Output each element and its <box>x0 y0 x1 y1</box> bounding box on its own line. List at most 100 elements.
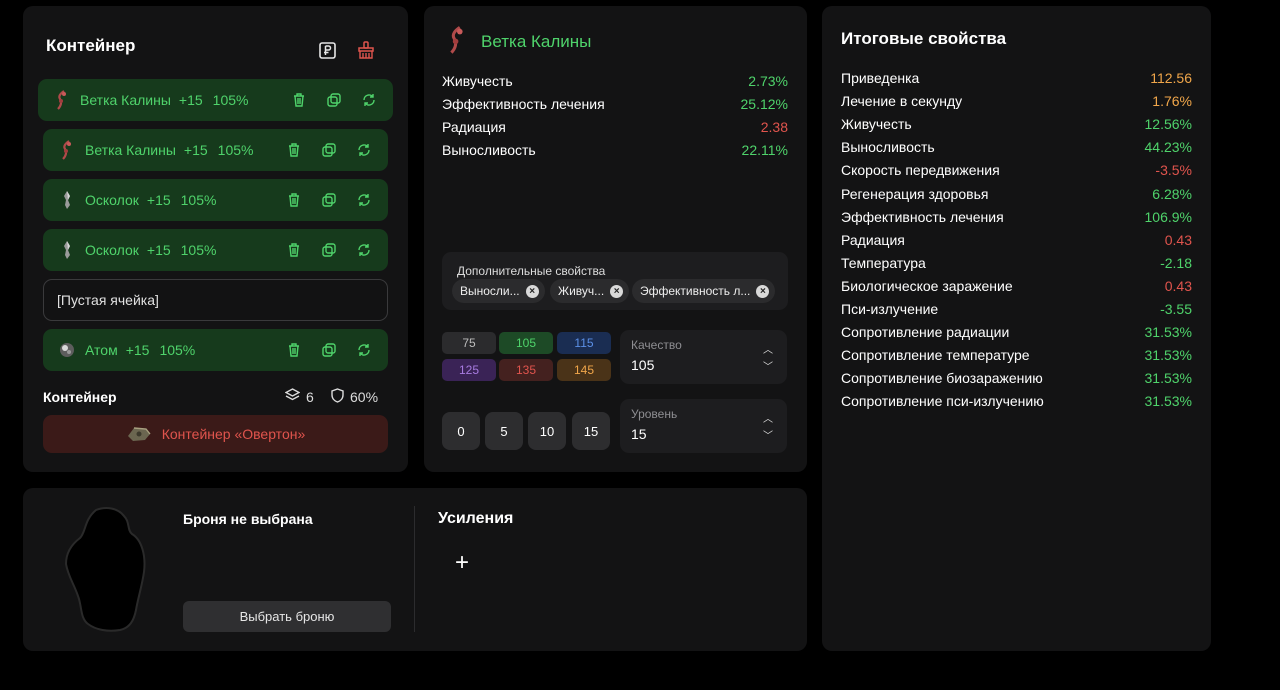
container-panel: Контейнер Ветка Калины +15 105% Ветка Ка… <box>23 6 408 472</box>
totals-row: Биологическое заражение 0.43 <box>841 278 1192 294</box>
container-item-row[interactable]: Осколок +15 105% <box>43 179 388 221</box>
replace-icon[interactable] <box>356 142 372 158</box>
delete-icon[interactable] <box>286 242 302 258</box>
quality-option-105[interactable]: 105 <box>499 332 553 354</box>
atom-icon <box>57 339 77 361</box>
property-chip[interactable]: Живуч... × <box>550 279 630 303</box>
replace-icon[interactable] <box>356 192 372 208</box>
property-chip[interactable]: Эффективность л... × <box>632 279 776 303</box>
delete-icon[interactable] <box>286 192 302 208</box>
boosts-title: Усиления <box>438 510 514 527</box>
totals-row-value: 31.53% <box>1144 347 1192 364</box>
empty-slot[interactable]: [Пустая ячейка] <box>43 279 388 321</box>
quality-option-145[interactable]: 145 <box>557 359 611 381</box>
delete-icon[interactable] <box>286 142 302 158</box>
copy-icon[interactable] <box>321 192 337 208</box>
item-level: +15 <box>146 192 171 208</box>
chip-label: Эффективность л... <box>640 284 751 298</box>
totals-row: Лечение в секунду 1.76% <box>841 93 1192 109</box>
quality-option-115[interactable]: 115 <box>557 332 611 354</box>
chip-label: Выносли... <box>460 284 520 298</box>
totals-row-name: Радиация <box>841 231 905 248</box>
totals-row: Скорость передвижения -3.5% <box>841 162 1192 178</box>
chevron-down-icon[interactable]: ﹀ <box>763 358 773 373</box>
totals-row-name: Скорость передвижения <box>841 162 1000 179</box>
replace-icon[interactable] <box>361 92 377 108</box>
item-name: Ветка Калины <box>80 92 171 108</box>
prop-row: Выносливость 22.11% <box>442 142 788 158</box>
totals-row: Сопротивление температуре 31.53% <box>841 347 1192 363</box>
chevron-up-icon[interactable]: ︿ <box>763 341 773 356</box>
totals-row: Радиация 0.43 <box>841 232 1192 248</box>
extra-properties-title: Дополнительные свойства <box>457 264 606 278</box>
delete-icon[interactable] <box>286 342 302 358</box>
item-quality: 105% <box>180 192 217 208</box>
totals-row-value: -3.5% <box>1155 162 1192 179</box>
totals-title: Итоговые свойства <box>841 29 1007 48</box>
prop-name: Выносливость <box>442 142 536 158</box>
totals-panel: Итоговые свойства Приведенка 112.56 Лечени… <box>822 6 1211 651</box>
prop-row: Живучесть 2.73% <box>442 73 788 89</box>
totals-row-name: Сопротивление пси-излучению <box>841 393 1044 410</box>
quality-option-75[interactable]: 75 <box>442 332 496 354</box>
detail-title: Ветка Калины <box>481 32 592 51</box>
totals-row-name: Эффективность лечения <box>841 208 1004 225</box>
totals-row-value: 106.9% <box>1144 208 1192 225</box>
item-level: +15 <box>146 242 171 258</box>
prop-row: Эффективность лечения 25.12% <box>442 96 788 112</box>
replace-icon[interactable] <box>356 242 372 258</box>
add-boost-button[interactable]: + <box>451 549 473 576</box>
divider <box>414 506 415 632</box>
item-quality: 105% <box>212 92 249 108</box>
replace-icon[interactable] <box>356 342 372 358</box>
totals-row-value: -2.18 <box>1160 254 1192 271</box>
container-select-button[interactable]: Контейнер «Овертон» <box>43 415 388 453</box>
container-item-row[interactable]: Ветка Калины +15 105% <box>38 79 393 121</box>
property-chip[interactable]: Выносли... × <box>452 279 545 303</box>
delete-icon[interactable] <box>291 92 307 108</box>
quality-select[interactable]: Качество 105 ︿ ﹀ <box>620 330 787 384</box>
level-option-0[interactable]: 0 <box>442 412 480 450</box>
totals-row: Сопротивление радиации 31.53% <box>841 324 1192 340</box>
protection-stat: 60% <box>331 388 378 406</box>
chevron-down-icon[interactable]: ﹀ <box>763 427 773 442</box>
copy-icon[interactable] <box>321 342 337 358</box>
copy-icon[interactable] <box>326 92 342 108</box>
totals-row: Температура -2.18 <box>841 255 1192 271</box>
capacity-stat: 6 <box>284 388 314 406</box>
level-option-15[interactable]: 15 <box>572 412 610 450</box>
select-armor-button[interactable]: Выбрать броню <box>183 601 391 632</box>
currency-icon[interactable] <box>317 40 337 60</box>
container-item-row[interactable]: Ветка Калины +15 105% <box>43 129 388 171</box>
close-icon[interactable]: × <box>610 284 624 298</box>
prop-value: 22.11% <box>741 142 788 158</box>
copy-icon[interactable] <box>321 142 337 158</box>
prop-value: 2.73% <box>748 73 788 89</box>
quality-option-125[interactable]: 125 <box>442 359 496 381</box>
totals-row: Сопротивление биозаражению 31.53% <box>841 370 1192 386</box>
shield-icon <box>331 388 344 406</box>
container-item-row[interactable]: Осколок +15 105% <box>43 229 388 271</box>
close-icon[interactable]: × <box>756 284 770 298</box>
level-select[interactable]: Уровень 15 ︿ ﹀ <box>620 399 787 453</box>
level-option-10[interactable]: 10 <box>528 412 566 450</box>
totals-row-value: 0.43 <box>1164 231 1192 248</box>
level-option-5[interactable]: 5 <box>485 412 523 450</box>
armor-panel: Броня не выбрана Выбрать броню Усиления … <box>23 488 807 651</box>
totals-row-value: -3.55 <box>1160 301 1192 317</box>
prop-name: Живучесть <box>442 73 513 89</box>
copy-icon[interactable] <box>321 242 337 258</box>
totals-row-value: 31.53% <box>1144 324 1192 341</box>
chevron-up-icon[interactable]: ︿ <box>763 410 773 425</box>
clear-brush-icon[interactable] <box>356 40 376 60</box>
totals-row-value: 0.43 <box>1164 277 1192 294</box>
container-item-row[interactable]: Атом +15 105% <box>43 329 388 371</box>
totals-row: Приведенка 112.56 <box>841 70 1192 86</box>
totals-row-value: 31.53% <box>1144 370 1192 387</box>
close-icon[interactable]: × <box>525 284 539 298</box>
quality-option-135[interactable]: 135 <box>499 359 553 381</box>
totals-row: Сопротивление пси-излучению 31.53% <box>841 393 1192 409</box>
prop-value: 25.12% <box>740 96 788 112</box>
shard-icon <box>57 189 77 211</box>
item-name: Осколок <box>85 192 139 208</box>
